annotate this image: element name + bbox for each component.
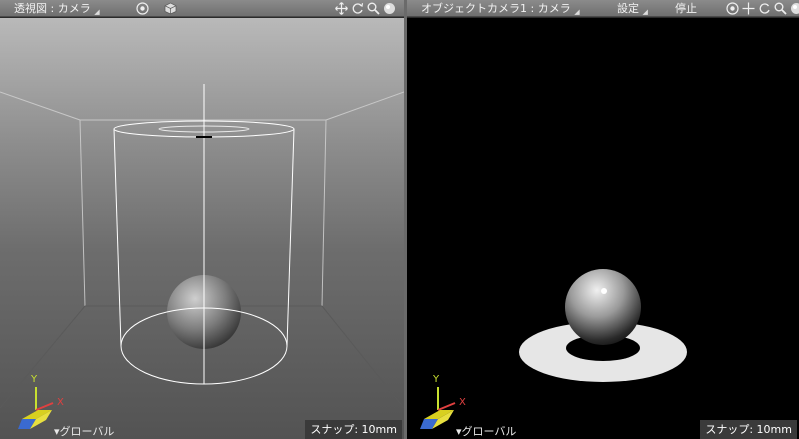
- snap-status[interactable]: スナップ: 10mm: [700, 420, 797, 439]
- zoom-icon[interactable]: [774, 2, 787, 15]
- stop-button[interactable]: 停止: [675, 0, 697, 17]
- specular-highlight: [601, 288, 607, 294]
- camera-render-viewport[interactable]: Y X ▾グローバル スナップ: 10mm: [407, 18, 799, 439]
- perspective-viewport-pane[interactable]: 透視図 : カメラ ◢ Y X ▾グローバル スナップ: 10mm: [0, 0, 404, 439]
- rendered-sphere: [565, 269, 641, 345]
- axis-x-label: X: [459, 397, 466, 408]
- camera-view-tools: [726, 2, 799, 15]
- camera-viewport-pane[interactable]: オブジェクトカメラ1 : カメラ ◢ 設定 ◢ 停止 Y X ▾グローバル スナ…: [407, 0, 799, 439]
- axis-y-label: Y: [31, 374, 38, 385]
- camera-titlebar: オブジェクトカメラ1 : カメラ ◢ 設定 ◢ 停止: [407, 0, 799, 17]
- coordinate-mode-label: グローバル: [59, 425, 115, 438]
- coordinate-mode-label: グローバル: [461, 425, 517, 438]
- rotate-icon[interactable]: [351, 2, 364, 15]
- target-icon[interactable]: [136, 2, 149, 15]
- axis-x-label: X: [57, 397, 64, 408]
- zoom-icon[interactable]: [367, 2, 380, 15]
- cube-icon[interactable]: [164, 2, 177, 15]
- display-icon[interactable]: [383, 2, 396, 15]
- perspective-scene: [0, 84, 404, 429]
- view-tools: [335, 2, 396, 15]
- perspective-viewport[interactable]: Y X ▾グローバル スナップ: 10mm: [0, 18, 404, 439]
- coordinate-mode-menu[interactable]: ▾グローバル: [456, 423, 516, 439]
- cylinder-wireframe: [113, 84, 295, 385]
- camera-render-scene: [420, 269, 687, 429]
- display-icon[interactable]: [790, 2, 799, 15]
- coordinate-mode-menu[interactable]: ▾グローバル: [54, 423, 114, 439]
- move-icon[interactable]: [335, 2, 348, 15]
- move-icon[interactable]: [742, 2, 755, 15]
- axis-gizmo: [420, 387, 456, 429]
- rotate-icon[interactable]: [758, 2, 771, 15]
- axis-y-label: Y: [433, 374, 440, 385]
- snap-status[interactable]: スナップ: 10mm: [305, 420, 402, 439]
- room-wireframe: [0, 91, 404, 307]
- axis-gizmo: [18, 387, 54, 429]
- perspective-titlebar: 透視図 : カメラ ◢: [0, 0, 404, 17]
- target-icon[interactable]: [726, 2, 739, 15]
